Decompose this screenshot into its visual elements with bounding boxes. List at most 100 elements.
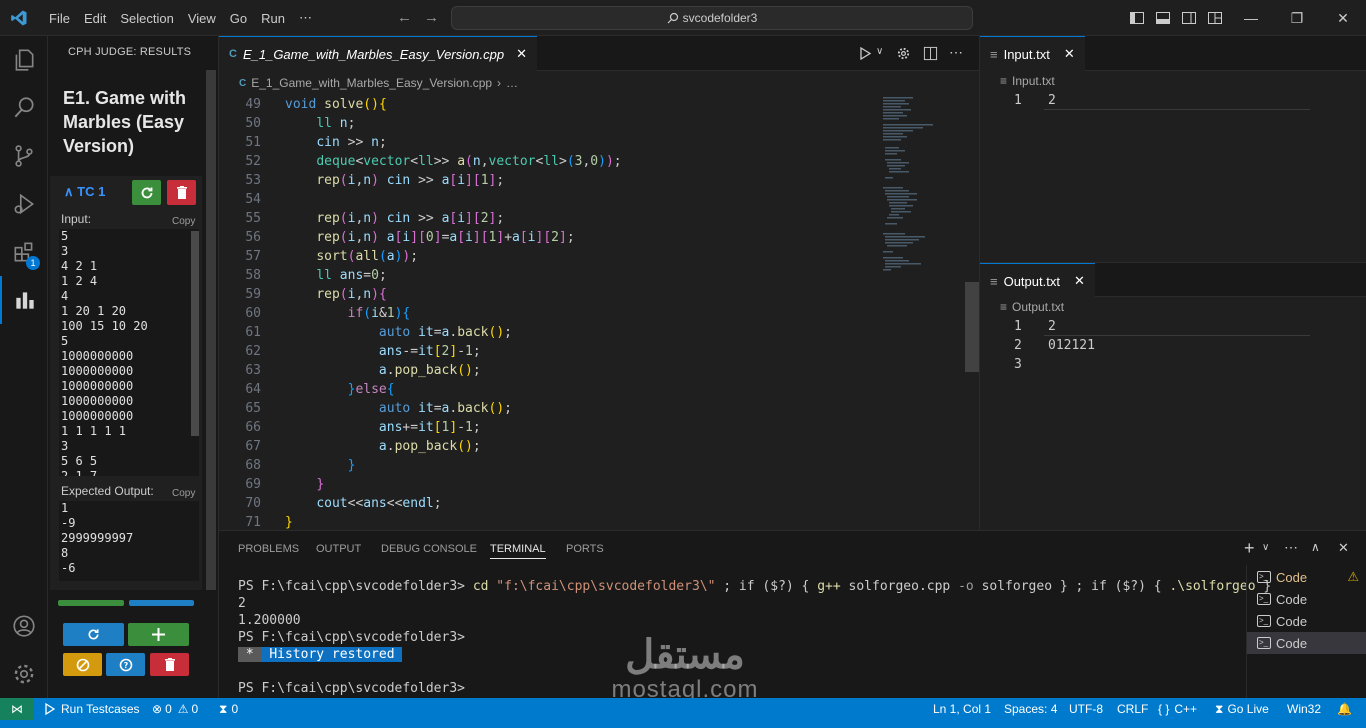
current-line-border	[1044, 109, 1310, 110]
editor-scrollbar[interactable]	[965, 95, 979, 530]
indentation[interactable]: Spaces: 4	[1004, 698, 1057, 720]
minimap[interactable]	[879, 95, 965, 335]
line-number: 70	[245, 496, 261, 511]
split-editor-icon[interactable]	[923, 46, 938, 61]
code-line: a.pop_back();	[378, 363, 481, 378]
menu-more[interactable]: ⋯	[292, 10, 319, 26]
help-button[interactable]: ?	[106, 653, 145, 676]
tab-output[interactable]: OUTPUT	[316, 543, 361, 555]
notifications-button[interactable]: 🔔	[1337, 698, 1352, 720]
close-window-button[interactable]: ✕	[1320, 0, 1366, 36]
back-arrow-icon[interactable]: ←	[397, 9, 412, 26]
terminal-item-active[interactable]: >_ Code	[1247, 632, 1366, 654]
terminal-item[interactable]: >_ Code ⚠	[1247, 566, 1366, 588]
customize-layout-icon[interactable]	[1207, 10, 1223, 26]
testcase-toggle[interactable]: ∧ TC 1	[64, 184, 105, 200]
breadcrumb-file[interactable]: Output.txt	[1012, 300, 1064, 314]
expected-output-area[interactable]: 1 -9 2999999997 8 -6	[59, 501, 199, 581]
tab-terminal[interactable]: TERMINAL	[490, 543, 546, 559]
minimize-icon: —	[1244, 10, 1258, 26]
tab-debug-console[interactable]: DEBUG CONSOLE	[381, 543, 477, 555]
eol-label: CRLF	[1117, 702, 1149, 716]
partially-hidden-button	[58, 600, 124, 606]
expected-line: 8	[61, 546, 69, 560]
code-editor[interactable]: 49 50 51 52 53 54 55 56 57 58 59 60 61 62 63 64 65 66 67 68…	[219, 95, 979, 530]
platform[interactable]: Win32	[1287, 698, 1321, 720]
new-terminal-plus-icon[interactable]: +	[1244, 538, 1255, 559]
input-editor[interactable]: 1 2	[980, 93, 1366, 261]
source-control-button[interactable]	[0, 132, 48, 180]
editor-scrollbar-thumb[interactable]	[965, 282, 979, 372]
breadcrumb-more[interactable]: …	[506, 76, 518, 90]
ports-indicator[interactable]: ⧗ 0	[219, 698, 238, 720]
line-number: 49	[245, 97, 261, 112]
menu-go[interactable]: Go	[223, 11, 254, 26]
tab-input-txt[interactable]: ≡ Input.txt ✕	[980, 36, 1085, 71]
testcase-input-area[interactable]: 534 2 11 2 441 20 1 20 100 15 10 20 5 10000…	[59, 229, 199, 476]
input-scrollbar[interactable]	[191, 231, 199, 436]
toggle-panel-icon[interactable]	[1155, 10, 1171, 26]
menu-file[interactable]: File	[42, 11, 77, 26]
problems-indicator[interactable]: ⊗ 0 ⚠ 0	[152, 698, 198, 720]
language-mode[interactable]: { } C++	[1158, 698, 1197, 720]
terminal-line: 1.200000	[238, 613, 301, 628]
tab-output-txt[interactable]: ≡ Output.txt ✕	[980, 263, 1095, 298]
close-tab-icon[interactable]: ✕	[516, 46, 527, 62]
run-file-icon[interactable]	[859, 47, 872, 60]
run-all-button[interactable]	[63, 623, 124, 646]
tab-cpp-file[interactable]: C E_1_Game_with_Marbles_Easy_Version.cpp…	[219, 36, 537, 71]
toggle-sidebar-icon[interactable]	[1129, 10, 1145, 26]
accounts-button[interactable]	[0, 602, 48, 650]
search-button[interactable]	[0, 84, 48, 132]
go-live-button[interactable]: ⧗ Go Live	[1215, 698, 1269, 720]
stop-button[interactable]	[63, 653, 102, 676]
more-actions-icon[interactable]: ⋯	[1284, 539, 1298, 556]
terminal-item[interactable]: >_ Code	[1247, 588, 1366, 610]
rerun-testcase-button[interactable]	[132, 180, 161, 205]
remote-button[interactable]: ⋈	[0, 698, 34, 720]
tab-problems[interactable]: PROBLEMS	[238, 543, 299, 555]
more-actions-icon[interactable]: ⋯	[949, 44, 963, 61]
cph-judge-button[interactable]	[0, 276, 48, 324]
minimize-button[interactable]: —	[1228, 0, 1274, 36]
encoding[interactable]: UTF-8	[1069, 698, 1103, 720]
close-tab-icon[interactable]: ✕	[1064, 46, 1075, 62]
maximize-panel-chevron-up-icon[interactable]: ∧	[1311, 540, 1320, 554]
run-debug-button[interactable]	[0, 180, 48, 228]
cpp-file-icon: C	[229, 48, 237, 60]
tab-ports[interactable]: PORTS	[566, 543, 604, 555]
copy-input-link[interactable]: Copy	[172, 216, 195, 227]
menu-selection[interactable]: Selection	[113, 11, 180, 26]
run-testcases-button[interactable]: Run Testcases	[44, 698, 140, 720]
forward-arrow-icon[interactable]: →	[424, 9, 439, 26]
close-panel-icon[interactable]: ✕	[1338, 540, 1349, 556]
text-file-icon: ≡	[1000, 74, 1008, 88]
run-dropdown-chevron-down-icon[interactable]: ∨	[876, 46, 883, 57]
menu-edit[interactable]: Edit	[77, 11, 113, 26]
command-center[interactable]: svcodefolder3	[451, 6, 973, 30]
output-editor[interactable]: 1 2 2 012121 3	[980, 319, 1366, 519]
text-file-icon: ≡	[990, 46, 998, 62]
extensions-button[interactable]: 1	[0, 228, 48, 276]
sidebar-scrollbar[interactable]	[206, 70, 216, 590]
explorer-button[interactable]	[0, 36, 48, 84]
terminal-dropdown-chevron-down-icon[interactable]: ∨	[1262, 542, 1269, 553]
toggle-secondary-sidebar-icon[interactable]	[1181, 10, 1197, 26]
delete-testcase-button[interactable]	[167, 180, 196, 205]
close-tab-icon[interactable]: ✕	[1074, 273, 1085, 289]
breadcrumb-file[interactable]: E_1_Game_with_Marbles_Easy_Version.cpp	[251, 76, 492, 90]
code-line: }	[347, 458, 356, 473]
menu-view[interactable]: View	[181, 11, 223, 26]
settings-gear-icon[interactable]	[896, 46, 911, 61]
history-star-text: *	[245, 647, 254, 662]
breadcrumb-file[interactable]: Input.txt	[1012, 74, 1055, 88]
copy-expected-link[interactable]: Copy	[172, 488, 195, 499]
add-testcase-button[interactable]	[128, 623, 189, 646]
cursor-position[interactable]: Ln 1, Col 1	[933, 698, 991, 720]
end-of-line[interactable]: CRLF	[1117, 698, 1148, 720]
delete-all-button[interactable]	[150, 653, 189, 676]
menu-run[interactable]: Run	[254, 11, 292, 26]
manage-button[interactable]	[0, 650, 48, 698]
restore-button[interactable]: ❐	[1274, 0, 1320, 36]
terminal-item[interactable]: >_ Code	[1247, 610, 1366, 632]
